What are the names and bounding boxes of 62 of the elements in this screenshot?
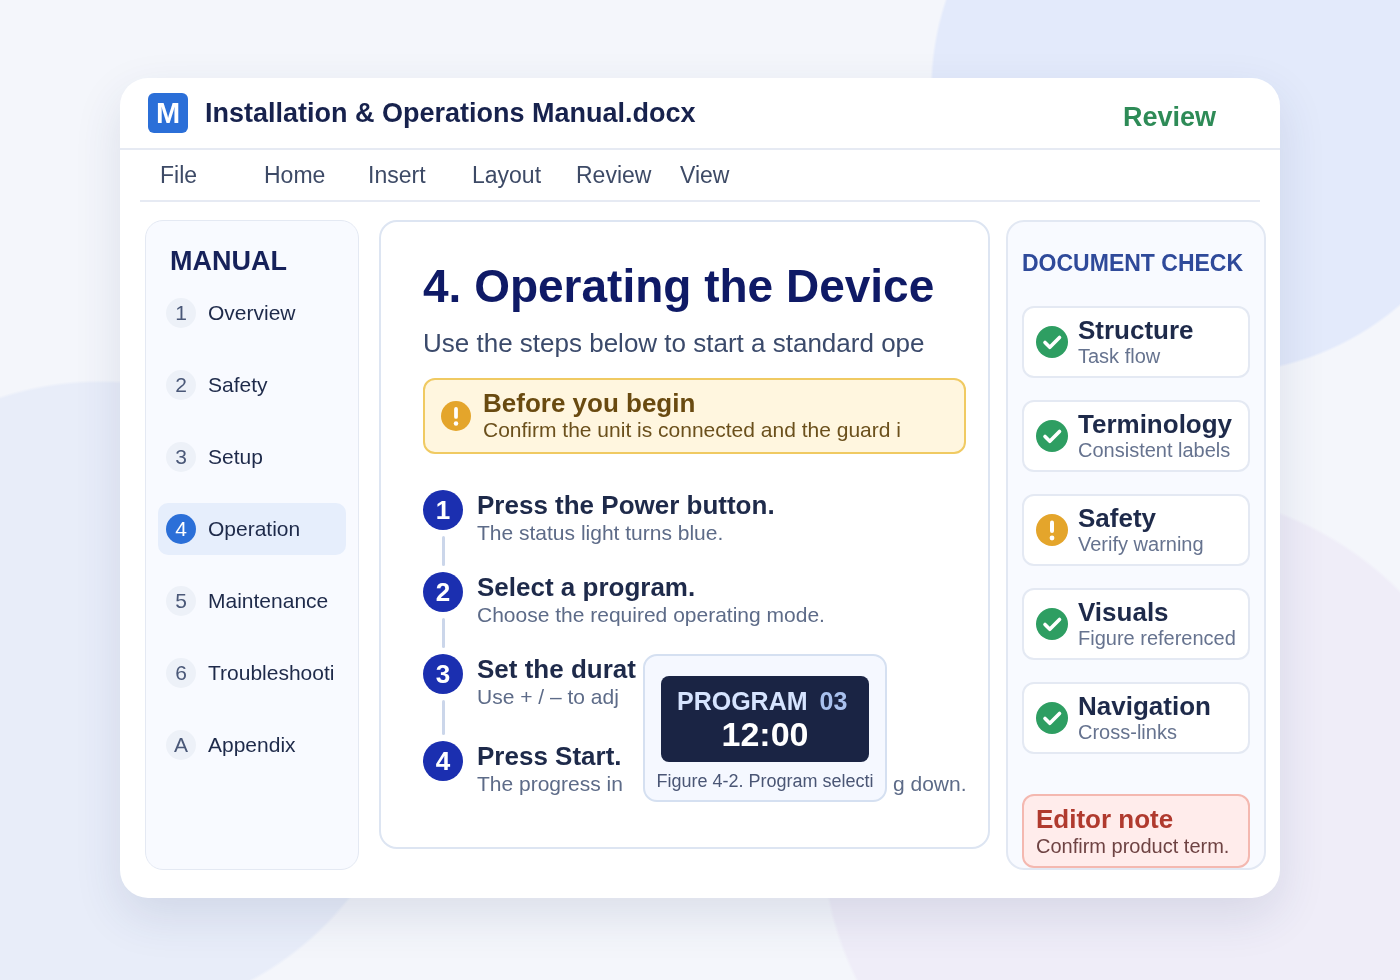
step-title: Press Start. (477, 741, 623, 771)
menu-item[interactable]: File (160, 161, 198, 189)
menu-item[interactable]: Layout (472, 161, 542, 189)
sidebar-item[interactable]: A Appendix (158, 719, 346, 771)
section-number: 2 (166, 370, 196, 400)
step-description: Use + / – to adj (477, 684, 620, 710)
section-number: A (166, 730, 196, 760)
sidebar-item[interactable]: 2 Safety (158, 359, 346, 411)
check-description: Consistent labels (1078, 438, 1232, 462)
section-number: 4 (166, 514, 196, 544)
step-connector (441, 536, 445, 566)
intro-text: Use the steps below to start a standard ope (423, 328, 926, 358)
check-description: Task flow (1078, 344, 1162, 368)
section-number: 5 (166, 586, 196, 616)
menu-item[interactable]: Home (264, 161, 326, 189)
check-title: Structure (1078, 316, 1194, 344)
sidebar-item[interactable]: 5 Maintenance (158, 575, 346, 627)
display-time: 12:00 (720, 716, 810, 752)
step-connector (441, 618, 445, 648)
display-label: PROGRAM (677, 686, 808, 716)
menu-item[interactable]: Insert (368, 161, 426, 189)
step-description: g down. (893, 771, 967, 797)
check-description: Figure referenced (1078, 626, 1236, 650)
sidebar-item[interactable]: 3 Setup (158, 431, 346, 483)
menu-item[interactable]: View (680, 161, 730, 189)
warning-icon (441, 401, 471, 431)
note-title: Editor note (1036, 804, 1175, 834)
sidebar-title: MANUAL (169, 245, 288, 277)
step-number: 1 (423, 490, 463, 530)
section-number: 6 (166, 658, 196, 688)
step-description: The status light turns blue. (477, 520, 725, 546)
figure-caption: Figure 4-2. Program selecti (655, 770, 875, 792)
sidebar-item[interactable]: 6 Troubleshooti (158, 647, 346, 699)
page-heading: 4. Operating the Device (423, 259, 936, 314)
menu-item[interactable]: Review (576, 161, 652, 189)
callout-text: Confirm the unit is connected and the guard i (483, 417, 901, 443)
step-number: 4 (423, 741, 463, 781)
step-number: 3 (423, 654, 463, 694)
check-title: Navigation (1078, 692, 1211, 720)
sidebar-item[interactable]: 4 Operation (158, 503, 346, 555)
callout-title: Before you begin (483, 389, 697, 417)
note-text: Confirm product term. (1036, 834, 1231, 858)
mode-label: Review (1122, 101, 1216, 133)
document-title: Installation & Operations Manual.docx (205, 97, 696, 129)
check-description: Verify warning (1078, 532, 1204, 556)
step-description: Choose the required operating mode. (477, 602, 825, 628)
check-title: Terminology (1078, 410, 1233, 438)
app-logo: M (148, 93, 188, 133)
step-title: Set the durat (477, 654, 636, 684)
step-title: Press the Power button. (477, 490, 775, 520)
sidebar-item[interactable]: 1 Overview (158, 287, 346, 339)
panel-title: DOCUMENT CHECK (1022, 249, 1245, 278)
step-connector (441, 700, 445, 735)
check-title: Visuals (1078, 598, 1170, 626)
section-number: 1 (166, 298, 196, 328)
section-number: 3 (166, 442, 196, 472)
check-title: Safety (1078, 504, 1158, 532)
step-number: 2 (423, 572, 463, 612)
display-value: 03 (819, 686, 848, 716)
step-title: Select a program. (477, 572, 697, 602)
step-description: The progress in (477, 771, 623, 797)
check-description: Cross-links (1078, 720, 1178, 744)
